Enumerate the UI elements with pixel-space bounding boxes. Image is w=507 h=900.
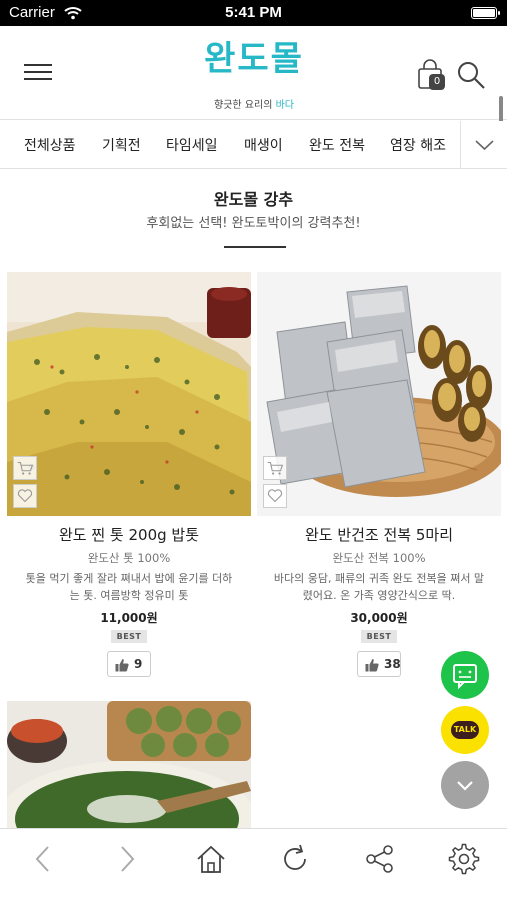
wishlist-heart-icon[interactable] [263,484,287,508]
app-header: 완도몰 향긋한 요리의 바다 0 [0,26,507,120]
product-origin: 완도산 톳 100% [87,551,171,565]
back-icon[interactable] [27,843,59,875]
like-button[interactable]: 9 [107,651,151,677]
chat-button[interactable] [441,651,489,699]
category-item-exhibition[interactable]: 기획전 [102,135,141,155]
product-description: 톳을 먹기 좋게 잘라 쪄내서 밥에 윤기를 더하 는 톳. 여름방학 정유미 … [25,572,233,602]
logo-tagline: 향긋한 요리의 바다 [214,100,294,111]
product-description: 바다의 웅담, 패류의 귀족 완도 전복을 쪄서 말 렸어요. 온 가족 영양간… [273,572,485,602]
category-item-maesaengi[interactable]: 매생이 [244,135,283,155]
cart-count-badge: 0 [429,74,445,90]
product-name[interactable]: 완도 찐 톳 200g 밥톳 [7,524,251,545]
product-price: 11,000원 [100,611,158,625]
product-image[interactable] [7,701,251,828]
product-price: 30,000원 [350,611,408,625]
thumbs-up-icon [115,659,129,672]
refresh-icon[interactable] [279,843,311,875]
add-to-cart-icon[interactable] [263,456,287,480]
settings-icon[interactable] [448,843,480,875]
category-item-timesale[interactable]: 타임세일 [166,135,218,155]
search-icon[interactable] [456,60,486,90]
like-count: 38 [384,657,401,671]
menu-icon[interactable] [24,64,52,80]
chevron-down-icon [475,140,494,151]
product-name[interactable]: 완도 반건조 전복 5마리 [257,524,501,545]
clock: 5:41 PM [225,4,282,21]
like-count: 9 [134,657,143,671]
category-expand-button[interactable] [460,121,507,168]
forward-icon[interactable] [111,843,143,875]
add-to-cart-icon[interactable] [13,456,37,480]
product-card[interactable]: 완도 반건조 전복 5마리 완도산 전복 100% 바다의 웅담, 패류의 귀족… [257,272,501,682]
best-badge: BEST [111,630,147,643]
chevron-down-icon [457,781,473,791]
kakaotalk-label: TALK [451,721,479,739]
product-image[interactable] [257,272,501,516]
like-button[interactable]: 38 [357,651,401,677]
section-subtitle: 후회없는 선택! 완도토박이의 강력추천! [146,216,361,231]
scroll-down-button[interactable] [441,761,489,809]
status-bar: Carrier 5:41 PM [0,0,507,26]
category-item-abalone[interactable]: 완도 전복 [309,135,365,155]
thumbs-up-icon [365,659,379,672]
category-item-all[interactable]: 전체상품 [24,135,76,155]
best-badge: BEST [361,630,397,643]
product-card[interactable]: 완도 찐 톳 200g 밥톳 완도산 톳 100% 톳을 먹기 좋게 잘라 쪄내… [7,272,251,682]
battery-icon [471,7,500,19]
chat-icon [453,664,477,690]
wishlist-heart-icon[interactable] [13,484,37,508]
category-nav: 전체상품 기획전 타임세일 매생이 완도 전복 염장 해조 [0,121,507,169]
section-title: 완도몰 강추 [213,190,294,209]
product-card[interactable] [7,701,251,828]
section-divider [224,246,286,248]
product-origin: 완도산 전복 100% [332,551,426,565]
logo[interactable]: 완도몰 향긋한 요리의 바다 [200,34,308,120]
kakaotalk-button[interactable]: TALK [441,706,489,754]
logo-text: 완도몰 [204,39,304,79]
product-image[interactable] [7,272,251,516]
bottom-toolbar [0,828,507,900]
home-icon[interactable] [195,843,227,875]
share-icon[interactable] [364,843,396,875]
category-item-salted-seaweed[interactable]: 염장 해조 [390,135,446,155]
